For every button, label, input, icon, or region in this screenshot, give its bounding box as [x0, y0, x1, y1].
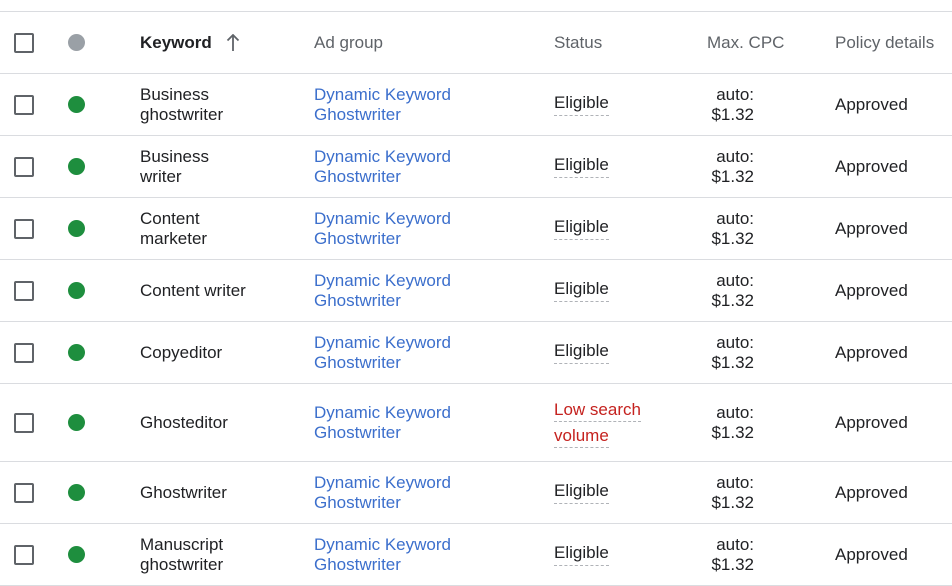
select-all-checkbox[interactable]	[14, 32, 34, 53]
keyword-text: Content marketer	[140, 208, 208, 248]
status-dot-icon	[68, 282, 85, 299]
max-cpc-value[interactable]: auto: $1.32	[711, 333, 754, 373]
column-header-status[interactable]: Status	[554, 12, 694, 73]
max-cpc-value[interactable]: auto: $1.32	[711, 147, 754, 187]
table-row: Ghosteditor Dynamic Keyword Ghostwriter L…	[0, 384, 952, 462]
column-header-policy-details[interactable]: Policy details	[835, 12, 952, 73]
column-header-keyword[interactable]: Keyword	[140, 12, 300, 73]
status-dot-icon	[68, 546, 85, 563]
policy-status: Approved	[835, 280, 908, 300]
status-text[interactable]: Eligible	[554, 481, 609, 504]
row-checkbox[interactable]	[14, 280, 34, 301]
table-row: Business writer Dynamic Keyword Ghostwrite…	[0, 136, 952, 198]
ad-group-link[interactable]: Dynamic Keyword Ghostwriter	[314, 535, 451, 575]
max-cpc-value[interactable]: auto: $1.32	[711, 271, 754, 311]
policy-status: Approved	[835, 94, 908, 114]
policy-status: Approved	[835, 482, 908, 502]
row-checkbox[interactable]	[14, 342, 34, 363]
keyword-text: Business ghostwriter	[140, 84, 224, 124]
max-cpc-value[interactable]: auto: $1.32	[711, 473, 754, 513]
status-header-dot-icon	[68, 34, 85, 51]
row-checkbox[interactable]	[14, 156, 34, 177]
column-header-max-cpc[interactable]: Max. CPC	[707, 12, 799, 73]
keyword-header-label: Keyword	[140, 32, 212, 52]
max-cpc-value[interactable]: auto: $1.32	[711, 209, 754, 249]
status-dot-icon	[68, 414, 85, 431]
ad-group-link[interactable]: Dynamic Keyword Ghostwriter	[314, 473, 451, 513]
status-text[interactable]: Eligible	[554, 93, 609, 116]
status-dot-icon	[68, 220, 85, 237]
table-header-row: Keyword Ad group Status Max. CPC Policy …	[0, 12, 952, 74]
status-dot-icon	[68, 158, 85, 175]
table-row: Content marketer Dynamic Keyword Ghostwrit…	[0, 198, 952, 260]
column-header-ad-group[interactable]: Ad group	[314, 12, 534, 73]
table-row: Copyeditor Dynamic Keyword Ghostwriter El…	[0, 322, 952, 384]
ad-group-link[interactable]: Dynamic Keyword Ghostwriter	[314, 403, 451, 443]
max-cpc-value[interactable]: auto: $1.32	[711, 535, 754, 575]
status-dot-icon	[68, 96, 85, 113]
status-warning-text[interactable]: Low search volume	[554, 397, 641, 449]
policy-status: Approved	[835, 156, 908, 176]
ad-group-link[interactable]: Dynamic Keyword Ghostwriter	[314, 85, 451, 125]
status-text[interactable]: Eligible	[554, 279, 609, 302]
keywords-table: Keyword Ad group Status Max. CPC Policy …	[0, 11, 952, 586]
keyword-text: Business writer	[140, 146, 209, 186]
ad-group-link[interactable]: Dynamic Keyword Ghostwriter	[314, 147, 451, 187]
row-checkbox[interactable]	[14, 544, 34, 565]
table-row: Manuscript ghostwriter Dynamic Keyword Gho…	[0, 524, 952, 586]
ad-group-link[interactable]: Dynamic Keyword Ghostwriter	[314, 271, 451, 311]
status-text[interactable]: Eligible	[554, 543, 609, 566]
keyword-text: Manuscript ghostwriter	[140, 534, 224, 574]
ad-group-link[interactable]: Dynamic Keyword Ghostwriter	[314, 333, 451, 373]
keyword-text: Ghosteditor	[140, 412, 228, 432]
policy-status: Approved	[835, 342, 908, 362]
ad-group-link[interactable]: Dynamic Keyword Ghostwriter	[314, 209, 451, 249]
policy-status: Approved	[835, 412, 908, 432]
policy-status: Approved	[835, 544, 908, 564]
keyword-text: Content writer	[140, 280, 246, 300]
table-row: Business ghostwriter Dynamic Keyword Ghost…	[0, 74, 952, 136]
row-checkbox[interactable]	[14, 218, 34, 239]
table-row: Content writer Dynamic Keyword Ghostwrite…	[0, 260, 952, 322]
status-dot-icon	[68, 344, 85, 361]
policy-status: Approved	[835, 218, 908, 238]
max-cpc-value[interactable]: auto: $1.32	[711, 403, 754, 443]
status-text[interactable]: Eligible	[554, 341, 609, 364]
status-text[interactable]: Eligible	[554, 155, 609, 178]
row-checkbox[interactable]	[14, 94, 34, 115]
status-text[interactable]: Eligible	[554, 217, 609, 240]
status-dot-icon	[68, 484, 85, 501]
arrow-up-icon[interactable]	[226, 33, 240, 52]
row-checkbox[interactable]	[14, 482, 34, 503]
keyword-text: Copyeditor	[140, 342, 223, 362]
table-row: Ghostwriter Dynamic Keyword Ghostwriter E…	[0, 462, 952, 524]
max-cpc-value[interactable]: auto: $1.32	[711, 85, 754, 125]
keyword-text: Ghostwriter	[140, 482, 227, 502]
row-checkbox[interactable]	[14, 412, 34, 433]
